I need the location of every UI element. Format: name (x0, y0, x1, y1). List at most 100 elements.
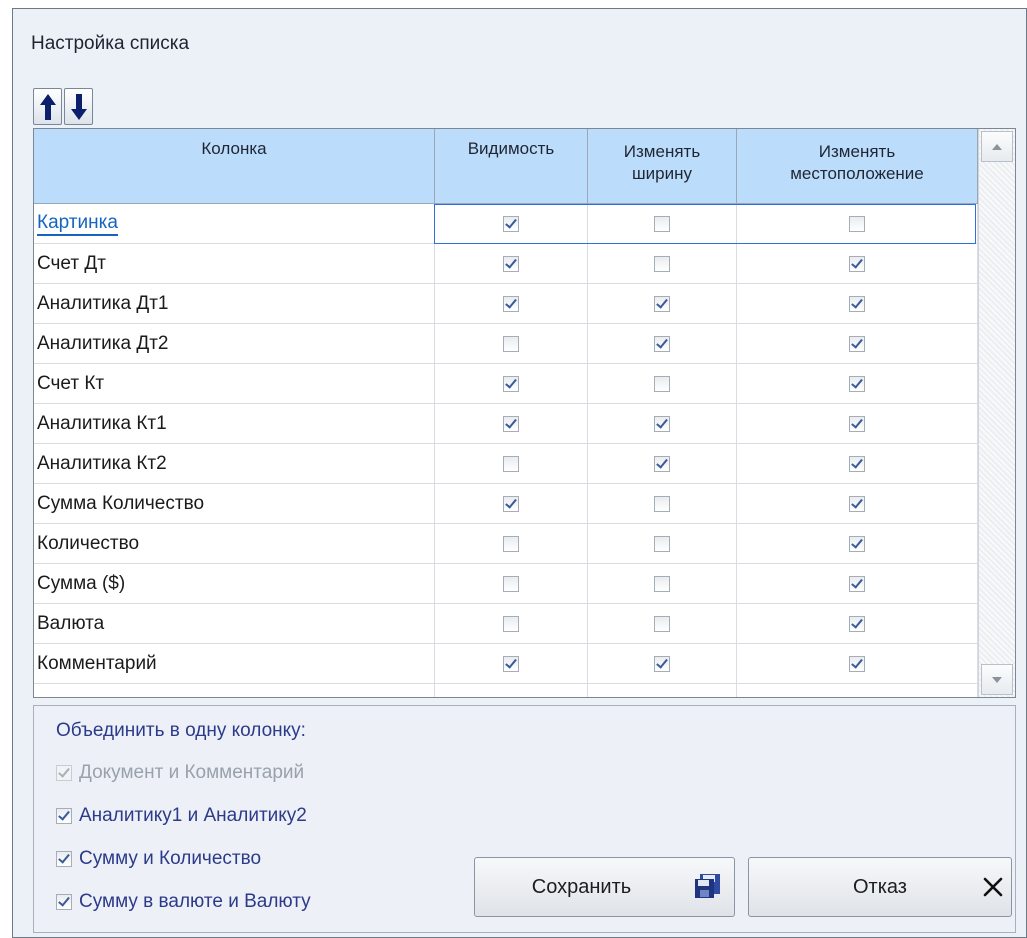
table-row[interactable]: Сумма ($) (34, 564, 978, 604)
move-checkbox[interactable] (849, 415, 865, 432)
move-checkbox[interactable] (849, 215, 865, 232)
column-name-cell[interactable]: Счет Кт (34, 364, 435, 404)
visible-checkbox[interactable] (503, 495, 519, 512)
column-name-cell[interactable]: Картинка (34, 204, 435, 244)
merge-option-label: Аналитику1 и Аналитику2 (79, 805, 307, 826)
resize-checkbox[interactable] (654, 375, 670, 392)
column-name-cell[interactable]: Аналитика Дт2 (34, 324, 435, 364)
move-checkbox[interactable] (849, 335, 865, 352)
table-row[interactable]: Комментарий (34, 644, 978, 684)
move-checkbox[interactable] (849, 575, 865, 592)
dialog-title: Настройка списка (31, 33, 190, 54)
resize-checkbox[interactable] (654, 415, 670, 432)
move-up-button[interactable] (33, 88, 62, 125)
visible-checkbox[interactable] (503, 615, 519, 632)
visible-cell (435, 284, 588, 324)
table-row[interactable]: Валюта (34, 604, 978, 644)
column-name-cell[interactable]: Комментарий (34, 644, 435, 684)
resize-cell (588, 404, 737, 444)
move-checkbox[interactable] (849, 375, 865, 392)
visible-cell (435, 244, 588, 284)
visible-cell (435, 364, 588, 404)
visible-checkbox[interactable] (503, 415, 519, 432)
merge-option[interactable]: Сумму и Количество (56, 848, 261, 870)
cancel-button[interactable]: Отказ (748, 857, 1012, 917)
header-column[interactable]: Колонка (34, 129, 435, 204)
move-checkbox[interactable] (849, 655, 865, 672)
resize-checkbox[interactable] (654, 575, 670, 592)
merge-option[interactable]: Аналитику1 и Аналитику2 (56, 805, 307, 827)
header-visibility[interactable]: Видимость (435, 129, 588, 204)
visible-cell (435, 564, 588, 604)
header-resize[interactable]: Изменять ширину (588, 129, 737, 204)
column-name: Аналитика Кт2 (37, 452, 167, 474)
visible-checkbox[interactable] (503, 575, 519, 592)
table-row[interactable]: Картинка (34, 204, 978, 244)
table-row[interactable]: Счет Дт (34, 244, 978, 284)
visible-checkbox[interactable] (503, 535, 519, 552)
table-row[interactable]: Счет Кт (34, 364, 978, 404)
move-checkbox[interactable] (849, 255, 865, 272)
merge-option-checkbox[interactable] (56, 808, 72, 824)
resize-checkbox[interactable] (654, 215, 670, 232)
visible-checkbox[interactable] (503, 375, 519, 392)
resize-checkbox[interactable] (654, 255, 670, 272)
move-cell (737, 564, 978, 604)
resize-checkbox[interactable] (654, 495, 670, 512)
save-button[interactable]: Сохранить (474, 857, 735, 917)
table-row[interactable]: Аналитика Дт1 (34, 284, 978, 324)
move-down-button[interactable] (64, 88, 93, 125)
column-name-cell[interactable]: Аналитика Кт2 (34, 444, 435, 484)
column-name-cell[interactable]: Счет Дт (34, 244, 435, 284)
table-row[interactable]: Количество (34, 524, 978, 564)
column-name-cell[interactable]: Аналитика Дт1 (34, 284, 435, 324)
arrow-up-icon (39, 93, 56, 120)
resize-checkbox[interactable] (654, 535, 670, 552)
move-checkbox[interactable] (849, 615, 865, 632)
empty-row (34, 684, 978, 697)
header-move[interactable]: Изменять местоположение (737, 129, 978, 204)
move-checkbox[interactable] (849, 455, 865, 472)
move-checkbox[interactable] (849, 295, 865, 312)
resize-checkbox[interactable] (654, 615, 670, 632)
visible-cell (435, 484, 588, 524)
vertical-scrollbar[interactable] (978, 129, 1015, 697)
scroll-up-button[interactable] (981, 131, 1013, 162)
scroll-down-button[interactable] (981, 664, 1013, 695)
visible-checkbox[interactable] (503, 455, 519, 472)
visible-checkbox[interactable] (503, 335, 519, 352)
table-row[interactable]: Аналитика Кт2 (34, 444, 978, 484)
resize-checkbox[interactable] (654, 655, 670, 672)
move-cell (737, 444, 978, 484)
merge-option: Документ и Комментарий (56, 762, 304, 784)
merge-option[interactable]: Сумму в валюте и Валюту (56, 891, 311, 913)
resize-checkbox[interactable] (654, 455, 670, 472)
merge-option-checkbox[interactable] (56, 851, 72, 867)
column-name: Аналитика Кт1 (37, 412, 167, 434)
table-row[interactable]: Аналитика Кт1 (34, 404, 978, 444)
merge-option-label: Документ и Комментарий (79, 762, 305, 783)
visible-checkbox[interactable] (503, 255, 519, 272)
table-row[interactable]: Аналитика Дт2 (34, 324, 978, 364)
table-row[interactable]: Сумма Количество (34, 484, 978, 524)
visible-checkbox[interactable] (503, 215, 519, 232)
resize-checkbox[interactable] (654, 295, 670, 312)
settings-dialog: Настройка списка Колонка Видимость Измен… (12, 8, 1027, 938)
columns-grid: Колонка Видимость Изменять ширину Изменят… (33, 128, 1016, 698)
column-name-cell[interactable]: Аналитика Кт1 (34, 404, 435, 444)
move-cell (737, 284, 978, 324)
resize-cell (588, 524, 737, 564)
column-name-cell[interactable]: Сумма ($) (34, 564, 435, 604)
column-name-cell[interactable]: Количество (34, 524, 435, 564)
visible-cell (435, 324, 588, 364)
resize-checkbox[interactable] (654, 335, 670, 352)
merge-option-checkbox[interactable] (56, 894, 72, 910)
move-cell (737, 484, 978, 524)
column-name-cell[interactable]: Валюта (34, 604, 435, 644)
column-name-cell[interactable]: Сумма Количество (34, 484, 435, 524)
visible-checkbox[interactable] (503, 655, 519, 672)
move-checkbox[interactable] (849, 535, 865, 552)
visible-cell (435, 524, 588, 564)
move-checkbox[interactable] (849, 495, 865, 512)
visible-checkbox[interactable] (503, 295, 519, 312)
